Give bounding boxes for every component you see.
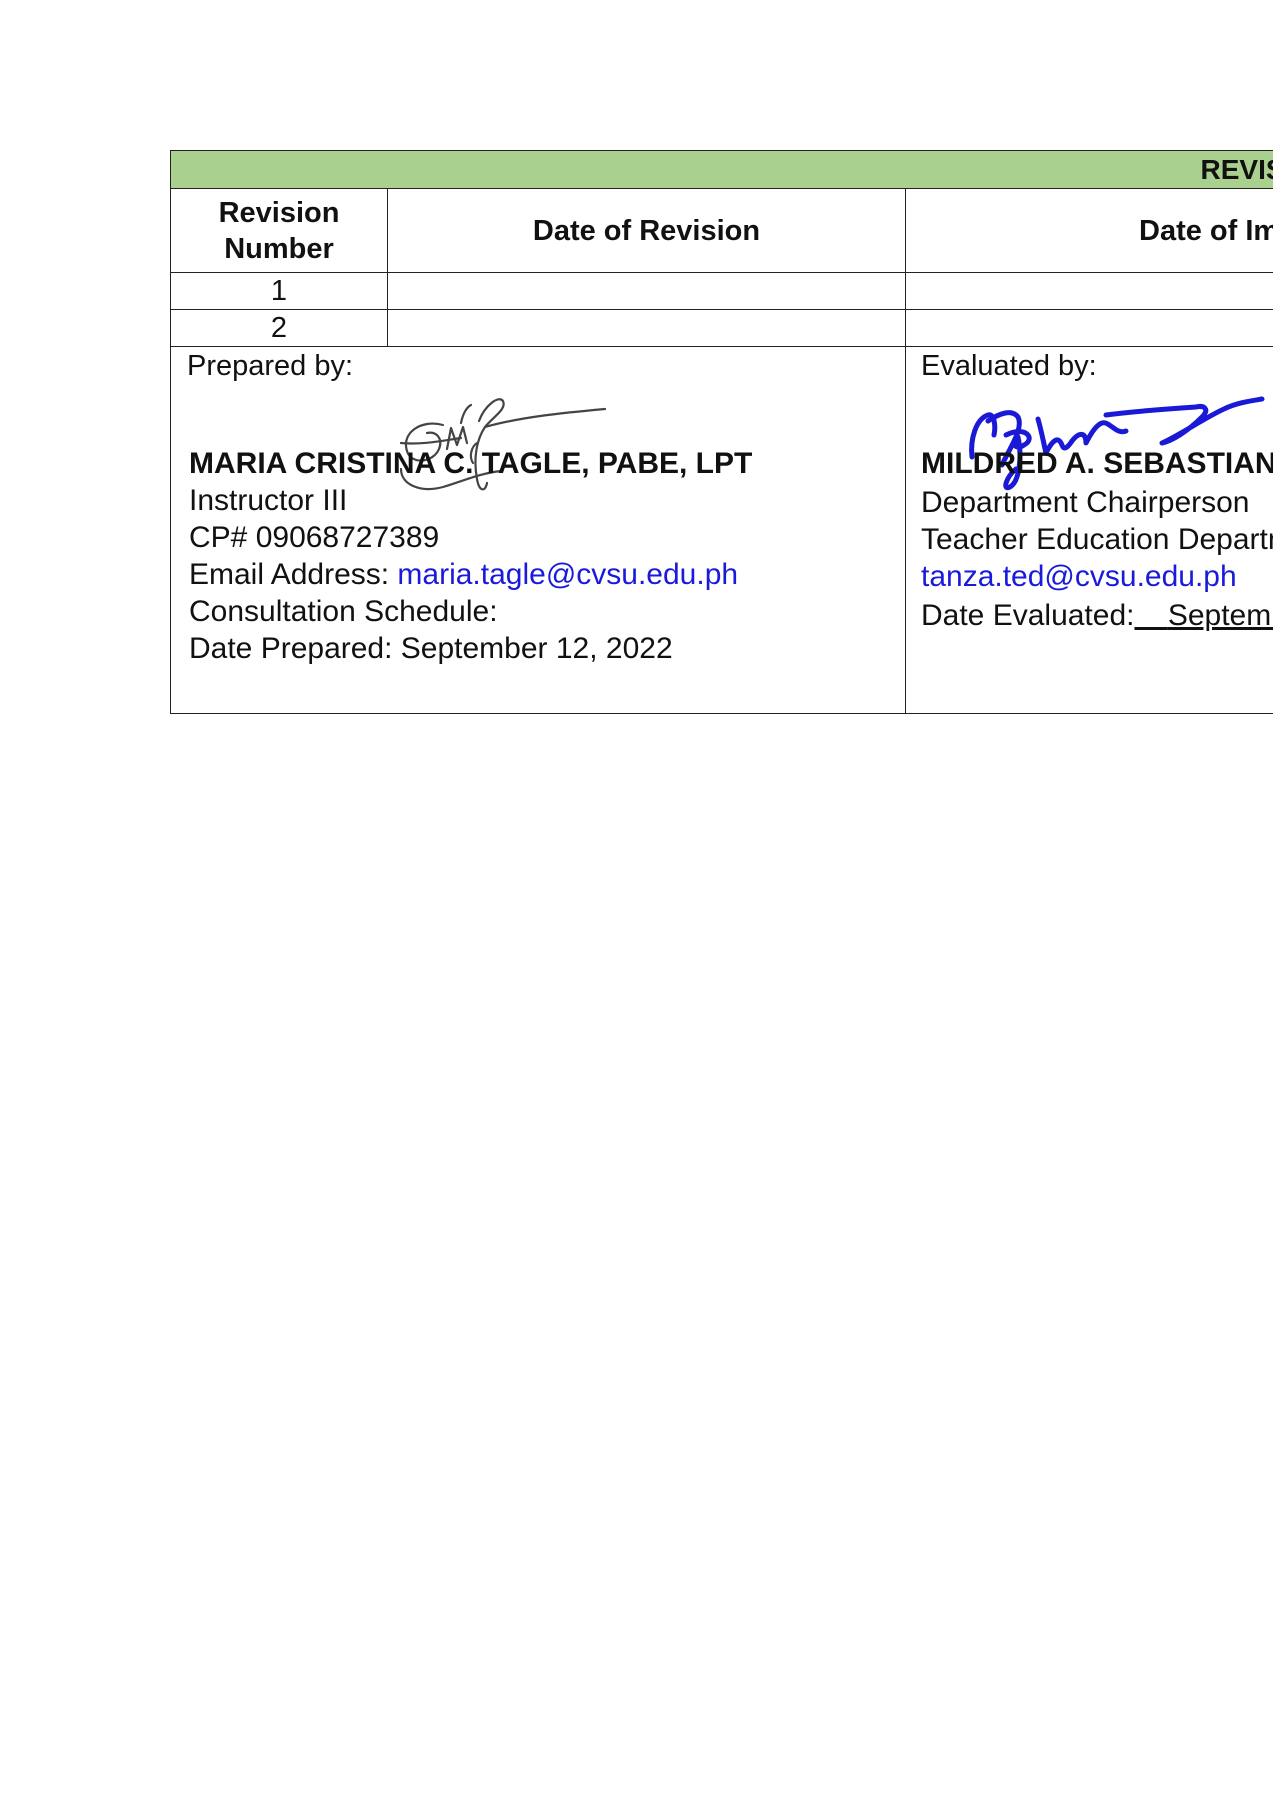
col-header-date-of-implementation: Date of Implementation xyxy=(905,188,1273,273)
revision-number-cell: 1 xyxy=(170,272,388,310)
date-of-implementation-cell xyxy=(905,272,1273,310)
preparer-phone: CP# 09068727389 xyxy=(189,521,440,554)
evaluator-email-link[interactable]: tanza.ted@cvsu.edu.ph xyxy=(921,560,1237,594)
preparer-name: MARIA CRISTINA C. TAGLE, PABE, LPT xyxy=(189,447,753,480)
evaluator-name: MILDRED A. SEBASTIAN xyxy=(921,447,1273,480)
email-label: Email Address: xyxy=(189,558,398,591)
col-header-revision-number: Revision Number xyxy=(170,188,388,273)
revision-history-table: REVISION HISTORY Revision Number Date of… xyxy=(170,150,1273,714)
evaluated-by-label: Evaluated by: xyxy=(921,350,1097,382)
date-evaluated-label: Date Evaluated: xyxy=(921,599,1135,632)
col-header-date-of-revision: Date of Revision xyxy=(387,188,906,273)
date-evaluated-value: September xyxy=(1167,599,1273,632)
table-row: 2 xyxy=(170,309,1273,347)
preparer-email-line: Email Address: maria.tagle@cvsu.edu.ph xyxy=(189,558,738,592)
date-of-implementation-cell xyxy=(905,309,1273,347)
prepared-signature xyxy=(399,398,607,491)
table-row: 1 xyxy=(170,272,1273,310)
preparer-position: Instructor III xyxy=(189,484,348,517)
prepared-by-label: Prepared by: xyxy=(187,350,354,382)
date-of-revision-cell xyxy=(387,309,906,347)
preparer-email-link[interactable]: maria.tagle@cvsu.edu.ph xyxy=(397,558,738,591)
evaluated-by-cell: Evaluated by: MILDRED A. SEBASTIAN Depar… xyxy=(905,346,1273,714)
evaluator-department: Teacher Education Department xyxy=(921,523,1273,556)
document-page: REVISION HISTORY Revision Number Date of… xyxy=(0,0,1273,1800)
revision-number-cell: 2 xyxy=(170,309,388,347)
prepared-by-cell: Prepared by: MARIA CRISTINA C. TAGLE, PA… xyxy=(170,346,906,714)
date-prepared: Date Prepared: September 12, 2022 xyxy=(189,632,673,665)
revision-history-title: REVISION HISTORY xyxy=(170,150,1273,189)
evaluator-position: Department Chairperson xyxy=(921,486,1250,519)
consultation-schedule: Consultation Schedule: xyxy=(189,595,498,628)
revision-history-sheet: REVISION HISTORY Revision Number Date of… xyxy=(170,150,1273,714)
date-evaluated-line: Date Evaluated: September xyxy=(921,599,1273,633)
date-of-revision-cell xyxy=(387,272,906,310)
